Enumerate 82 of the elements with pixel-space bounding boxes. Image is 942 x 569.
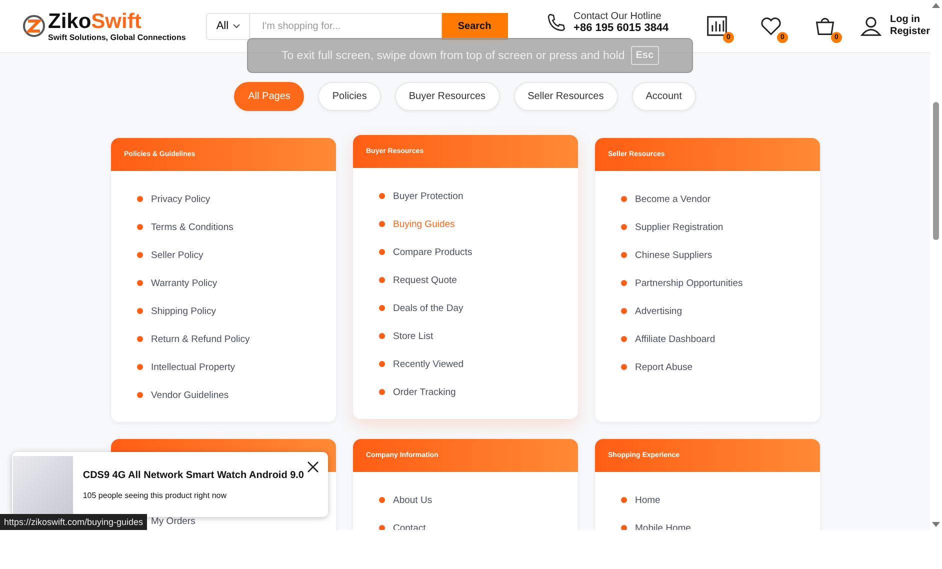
page-link[interactable]: Recently Viewed	[393, 358, 464, 370]
bullet-dot	[137, 364, 143, 370]
bullet-dot	[137, 336, 143, 342]
page-link[interactable]: Vendor Guidelines	[151, 390, 229, 400]
bullet-dot	[379, 497, 385, 503]
filter-tab[interactable]: Account	[632, 82, 696, 111]
photo-placeholder	[13, 456, 73, 514]
bullet-dot	[137, 224, 143, 230]
page-link[interactable]: Become a Vendor	[635, 194, 711, 204]
search-button[interactable]: Search	[442, 12, 508, 40]
page-link[interactable]: My Orders	[151, 516, 196, 526]
page-link[interactable]: Report Abuse	[635, 362, 693, 372]
page-link[interactable]: Warranty Policy	[151, 278, 218, 288]
bullet-dot	[379, 525, 385, 530]
bullet-dot	[137, 392, 143, 398]
filter-tab[interactable]: Buyer Resources	[394, 82, 500, 111]
page-link[interactable]: Affiliate Dashboard	[635, 334, 716, 344]
bullet-dot	[379, 221, 385, 227]
page-link[interactable]: Home	[635, 494, 660, 506]
bullet-dot	[379, 193, 385, 199]
scrollbar[interactable]	[930, 0, 942, 530]
bullet-dot	[621, 224, 627, 230]
filter-tab[interactable]: Policies	[318, 82, 381, 111]
scroll-up-icon[interactable]	[932, 3, 940, 8]
bullet-dot	[621, 196, 627, 202]
page-link[interactable]: Store List	[393, 330, 434, 342]
brand-name[interactable]: ZikoSwift	[48, 10, 186, 32]
user-icon[interactable]	[860, 15, 882, 37]
bar-chart-icon[interactable]	[706, 15, 728, 37]
search-field[interactable]: I'm shopping for...	[250, 12, 442, 40]
bullet-dot	[137, 252, 143, 258]
page-link[interactable]: Intellectual Property	[151, 362, 235, 372]
page-link[interactable]: Buyer Protection	[393, 190, 464, 202]
page-link[interactable]: About Us	[393, 494, 432, 506]
bullet-dot	[621, 308, 627, 314]
status-url: https://zikoswift.com/buying-guides	[0, 514, 148, 530]
page-link[interactable]: Order Tracking	[393, 386, 456, 398]
bullet-dot	[379, 277, 385, 283]
toast-text: 105 people seeing this product right now	[82, 490, 228, 500]
hotline-number: +86 195 6015 3844	[574, 22, 669, 34]
page-link[interactable]: Compare Products	[393, 246, 472, 258]
register-link[interactable]: Register	[890, 26, 930, 38]
page-link[interactable]: Partnership Opportunities	[635, 278, 743, 288]
page-link[interactable]: Terms & Conditions	[151, 222, 234, 232]
bullet-dot	[621, 336, 627, 342]
bullet-dot	[379, 249, 385, 255]
page-link[interactable]: Privacy Policy	[151, 194, 210, 204]
category-dropdown[interactable]: All	[206, 12, 250, 40]
bullet-dot	[379, 333, 385, 339]
page-link[interactable]: Chinese Suppliers	[635, 250, 712, 260]
shopping-bag-icon[interactable]	[814, 15, 836, 37]
bullet-dot	[379, 389, 385, 395]
login-link[interactable]: Log in	[890, 14, 930, 26]
logo-icon	[22, 14, 46, 38]
bullet-dot	[379, 361, 385, 367]
heart-icon[interactable]	[760, 15, 782, 37]
notice-text: To exit full screen, swipe down from top of screen or press and hold	[281, 50, 625, 62]
hotline-label: Contact Our Hotline	[574, 10, 662, 22]
toast-title[interactable]: CDS9 4G All Network Smart Watch Android 9.0	[82, 470, 304, 480]
bullet-dot	[137, 308, 143, 314]
page-link[interactable]: Request Quote	[393, 274, 457, 286]
scroll-down-icon[interactable]	[932, 522, 940, 527]
page-link[interactable]: Shipping Policy	[151, 306, 216, 316]
tagline: Swift Solutions, Global Connections	[48, 32, 186, 42]
bullet-dot	[621, 280, 627, 286]
bullet-dot	[621, 525, 627, 530]
bullet-dot	[621, 252, 627, 258]
chevron-down-icon	[232, 24, 240, 28]
esc-key: Esc	[630, 46, 659, 65]
bullet-dot	[621, 364, 627, 370]
bullet-dot	[379, 305, 385, 311]
page-link[interactable]: Return & Refund Policy	[151, 334, 250, 344]
page-link[interactable]: Deals of the Day	[393, 302, 464, 314]
page-link[interactable]: Seller Policy	[151, 250, 204, 260]
close-icon[interactable]	[307, 461, 319, 473]
filter-tab[interactable]: Seller Resources	[514, 82, 618, 111]
bullet-dot	[621, 497, 627, 503]
bullet-dot	[137, 280, 143, 286]
phone-icon	[546, 12, 566, 32]
page-link[interactable]: Supplier Registration	[635, 222, 724, 232]
page-link[interactable]: Advertising	[635, 306, 682, 316]
bullet-dot	[137, 196, 143, 202]
